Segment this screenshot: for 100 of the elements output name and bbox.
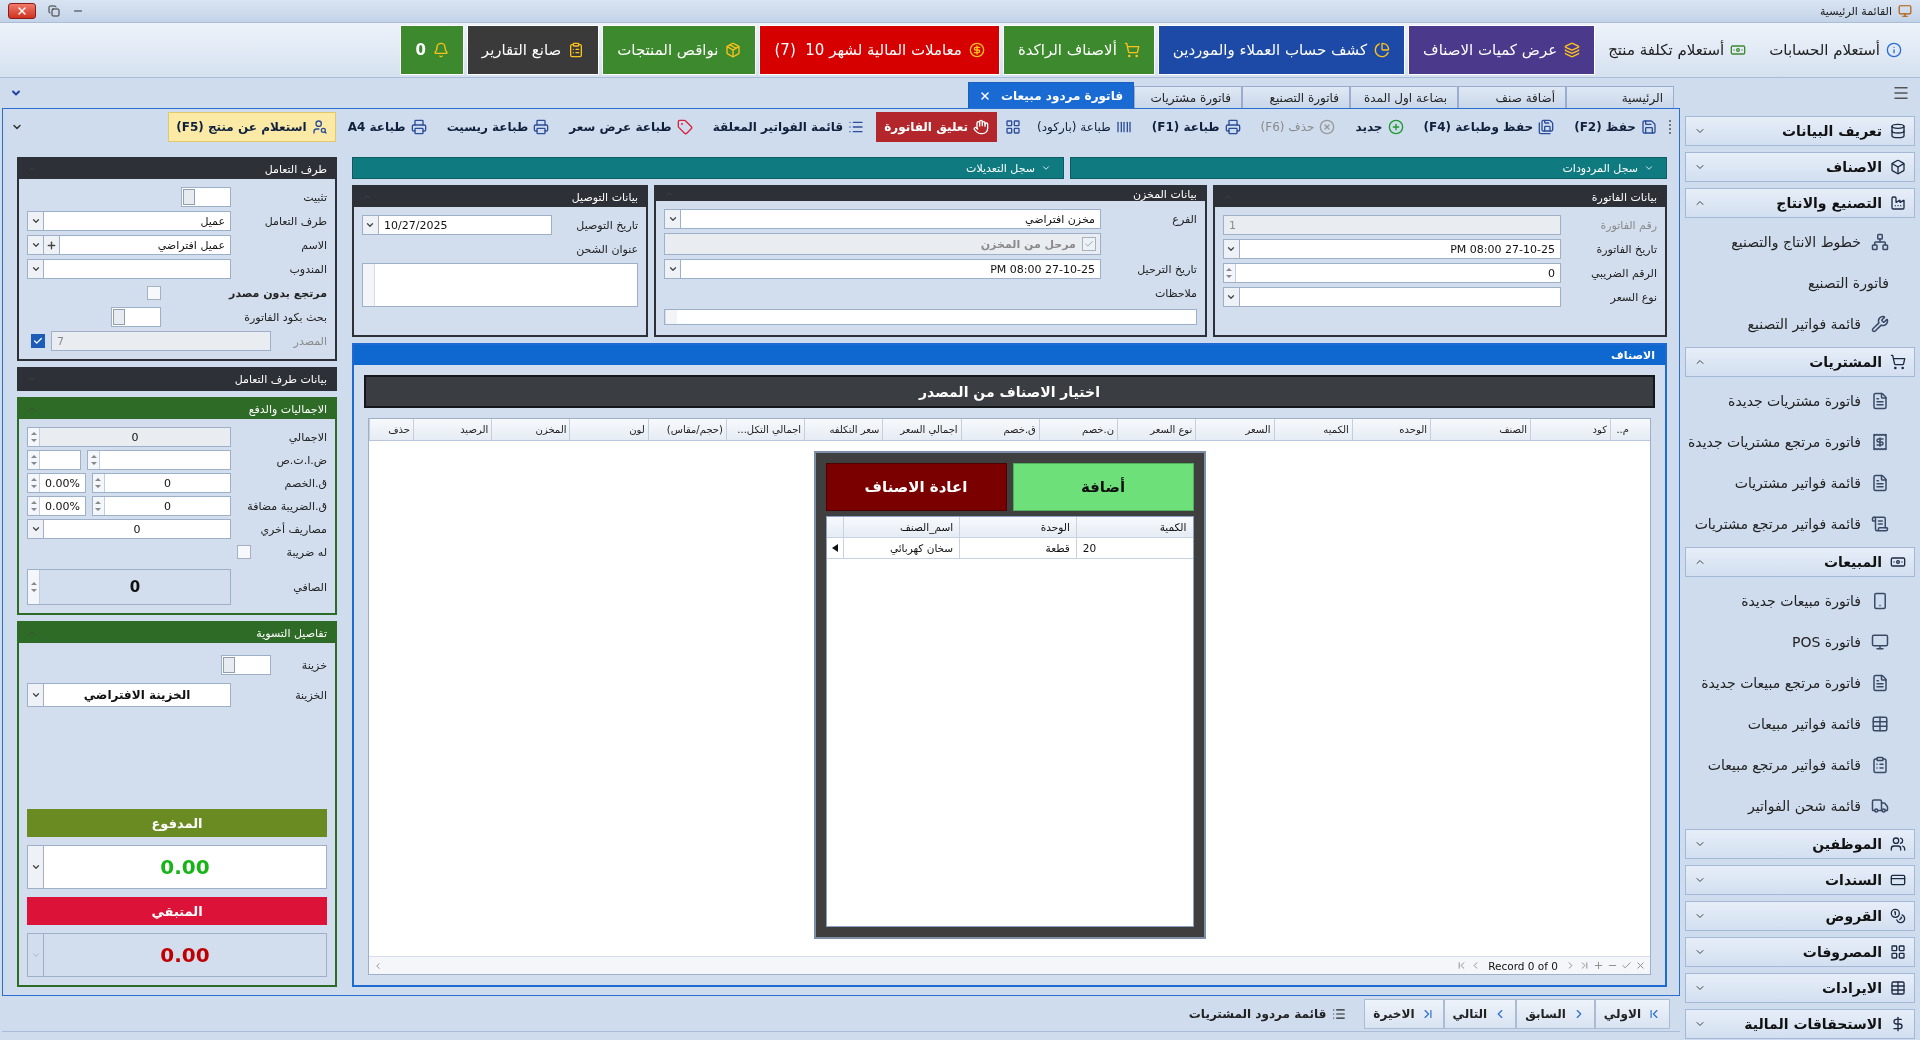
sidebar-item[interactable]: فاتورة مرتجع مشتريات جديدة — [1685, 421, 1915, 462]
sidebar-group[interactable]: الاستحقاقات المالية — [1685, 1009, 1915, 1039]
toolbar-button[interactable]: حفظ وطباعة (F4) — [1415, 112, 1563, 142]
vat-field[interactable]: 0 — [91, 496, 231, 516]
sidebar-group[interactable]: التصنيع والانتاج — [1685, 188, 1915, 218]
quick-tile[interactable]: ألاصناف الراكدة — [1002, 25, 1155, 75]
column-header[interactable]: كود — [1530, 419, 1610, 440]
sidebar-item[interactable]: قائمة فواتير مرتجع مشتريات — [1685, 503, 1915, 544]
quick-tile[interactable]: نواقص المنتجات — [602, 25, 757, 75]
scroll-left-icon[interactable] — [373, 960, 383, 971]
tab[interactable]: فاتورة التصنيع — [1242, 86, 1350, 108]
log-bar[interactable]: سجل المردودات — [1070, 157, 1667, 179]
address-field[interactable] — [362, 263, 639, 307]
notes-field[interactable] — [664, 309, 1197, 325]
dropdown-button[interactable] — [665, 210, 682, 228]
column-header[interactable]: الرصيد — [413, 419, 492, 440]
date-field[interactable]: 10/27/2025 — [362, 215, 553, 235]
quick-tile[interactable]: صانع التقارير — [466, 25, 600, 75]
toolbar-button[interactable]: تعليق الفاتورة — [876, 112, 998, 142]
dropdown-button[interactable] — [1223, 288, 1240, 306]
spin-button[interactable] — [28, 428, 40, 446]
sidebar-item[interactable]: خطوط الانتاج والتصنيع — [1685, 221, 1915, 262]
withholding-field[interactable] — [87, 450, 231, 470]
column-header[interactable]: اسم_الصنف — [842, 517, 960, 537]
column-header[interactable]: حذف — [369, 419, 413, 440]
sidebar-item[interactable]: قائمة فواتير التصنيع — [1685, 303, 1915, 344]
spin-button[interactable] — [28, 570, 40, 604]
dropdown-button[interactable] — [665, 260, 682, 278]
discount-percent-field[interactable]: 0.00% — [27, 473, 86, 493]
date-field[interactable]: 27-10-25 08:00 PM — [1222, 239, 1561, 259]
party-type-field[interactable]: عميل — [27, 211, 231, 231]
column-header[interactable]: سعر التكلفه — [804, 419, 883, 440]
tab[interactable]: الرئيسية — [1566, 86, 1674, 108]
dropdown-button[interactable] — [1223, 240, 1240, 258]
column-header[interactable]: الوحدة — [959, 517, 1076, 537]
quick-tile[interactable]: عرض كميات الاصناف — [1408, 25, 1596, 75]
column-header[interactable]: الكمية — [1075, 517, 1193, 537]
add-button[interactable]: أضافة — [1012, 463, 1194, 511]
sidebar-item[interactable]: فاتورة POS — [1685, 621, 1915, 662]
cancel-icon[interactable] — [1635, 960, 1646, 971]
name-field[interactable]: عميل افتراضي — [27, 235, 231, 255]
branch-field[interactable]: مخزن افتراضي — [664, 209, 1101, 229]
sidebar-item[interactable]: فاتورة مرتجع مبيعات جديدة — [1685, 662, 1915, 703]
toolbar-button[interactable]: طباعة (F1) — [1143, 112, 1249, 142]
checkbox[interactable] — [1081, 237, 1096, 251]
column-header[interactable]: م.. — [1610, 419, 1632, 440]
vat-percent-field[interactable]: 0.00% — [27, 496, 86, 516]
quick-tile[interactable]: كشف حساب العملاء والموردين — [1157, 25, 1406, 75]
checkbox[interactable] — [237, 545, 251, 559]
dropdown-button[interactable] — [28, 236, 44, 254]
tab[interactable]: بضاعة اول المدة — [1350, 86, 1458, 108]
spin-button[interactable] — [92, 474, 105, 492]
sidebar-group[interactable]: تعريف البيانات — [1685, 116, 1915, 146]
column-header[interactable]: اجمالي التكل... — [725, 419, 805, 440]
toolbar-button[interactable]: قائمة الفواتير المعلقة — [704, 112, 873, 142]
toolbar-button[interactable]: طباعة A4 — [339, 112, 435, 142]
dropdown-button[interactable] — [28, 212, 44, 230]
dropdown-button[interactable] — [28, 684, 44, 706]
dropdown-button[interactable] — [363, 216, 379, 234]
spin-button[interactable] — [28, 497, 40, 515]
price-type-field[interactable] — [1222, 287, 1561, 307]
dropdown-button[interactable] — [28, 846, 44, 888]
toggle-switch[interactable] — [181, 187, 231, 207]
column-header[interactable]: (حجم/مقاس) — [647, 419, 726, 440]
close-icon[interactable] — [979, 89, 991, 102]
quick-link[interactable]: أستعلام تكلفة منتج — [1598, 25, 1757, 75]
add-record-icon[interactable] — [1593, 960, 1604, 971]
spin-button[interactable] — [1223, 264, 1236, 282]
sidebar-group[interactable]: الايرادات — [1685, 973, 1915, 1003]
nav-button[interactable]: الاولي — [1594, 998, 1670, 1029]
restore-button[interactable] — [48, 5, 60, 17]
confirm-icon[interactable] — [1621, 960, 1632, 971]
quick-tile[interactable]: معاملات المالية لشهر 10 (7) — [759, 25, 1000, 75]
dropdown-button[interactable] — [28, 520, 44, 538]
picker-bar[interactable]: اختيار الاصناف من المصدر — [364, 375, 1655, 408]
column-header[interactable]: ق.خصم — [960, 419, 1039, 440]
sidebar-item[interactable]: قائمة فواتير مبيعات — [1685, 703, 1915, 744]
sidebar-group[interactable]: الموظفين — [1685, 829, 1915, 859]
column-header[interactable]: لون — [569, 419, 648, 440]
nav-button[interactable]: الاخيرة — [1364, 998, 1444, 1029]
nav-button[interactable]: التالي — [1443, 998, 1517, 1029]
column-header[interactable]: الكميه — [1273, 419, 1352, 440]
column-header[interactable]: نوع السعر — [1117, 419, 1196, 440]
spin-button[interactable] — [92, 497, 105, 515]
tab[interactable]: أضافة صنف — [1458, 86, 1566, 108]
sidebar-item[interactable]: فاتورة مبيعات جديدة — [1685, 580, 1915, 621]
column-header[interactable]: اجمالي السعر — [882, 419, 961, 440]
nav-button[interactable]: السابق — [1516, 998, 1595, 1029]
column-header[interactable]: ن.خصم — [1038, 419, 1118, 440]
dropdown-button[interactable] — [28, 260, 44, 278]
spin-button[interactable] — [28, 474, 40, 492]
spin-button[interactable] — [28, 451, 40, 469]
toolbar-button[interactable]: طباعة عرض سعر — [561, 112, 701, 142]
withholding-percent-field[interactable] — [27, 450, 81, 470]
reset-button[interactable]: اعادة الاصناف — [825, 463, 1007, 511]
list-link[interactable]: قائمة مردود المشتريات — [1180, 998, 1355, 1029]
date-field[interactable]: 27-10-25 08:00 PM — [664, 259, 1101, 279]
tax-number-field[interactable]: 0 — [1222, 263, 1561, 283]
sidebar-group[interactable]: السندات — [1685, 865, 1915, 895]
column-header[interactable]: الصنف — [1430, 419, 1530, 440]
